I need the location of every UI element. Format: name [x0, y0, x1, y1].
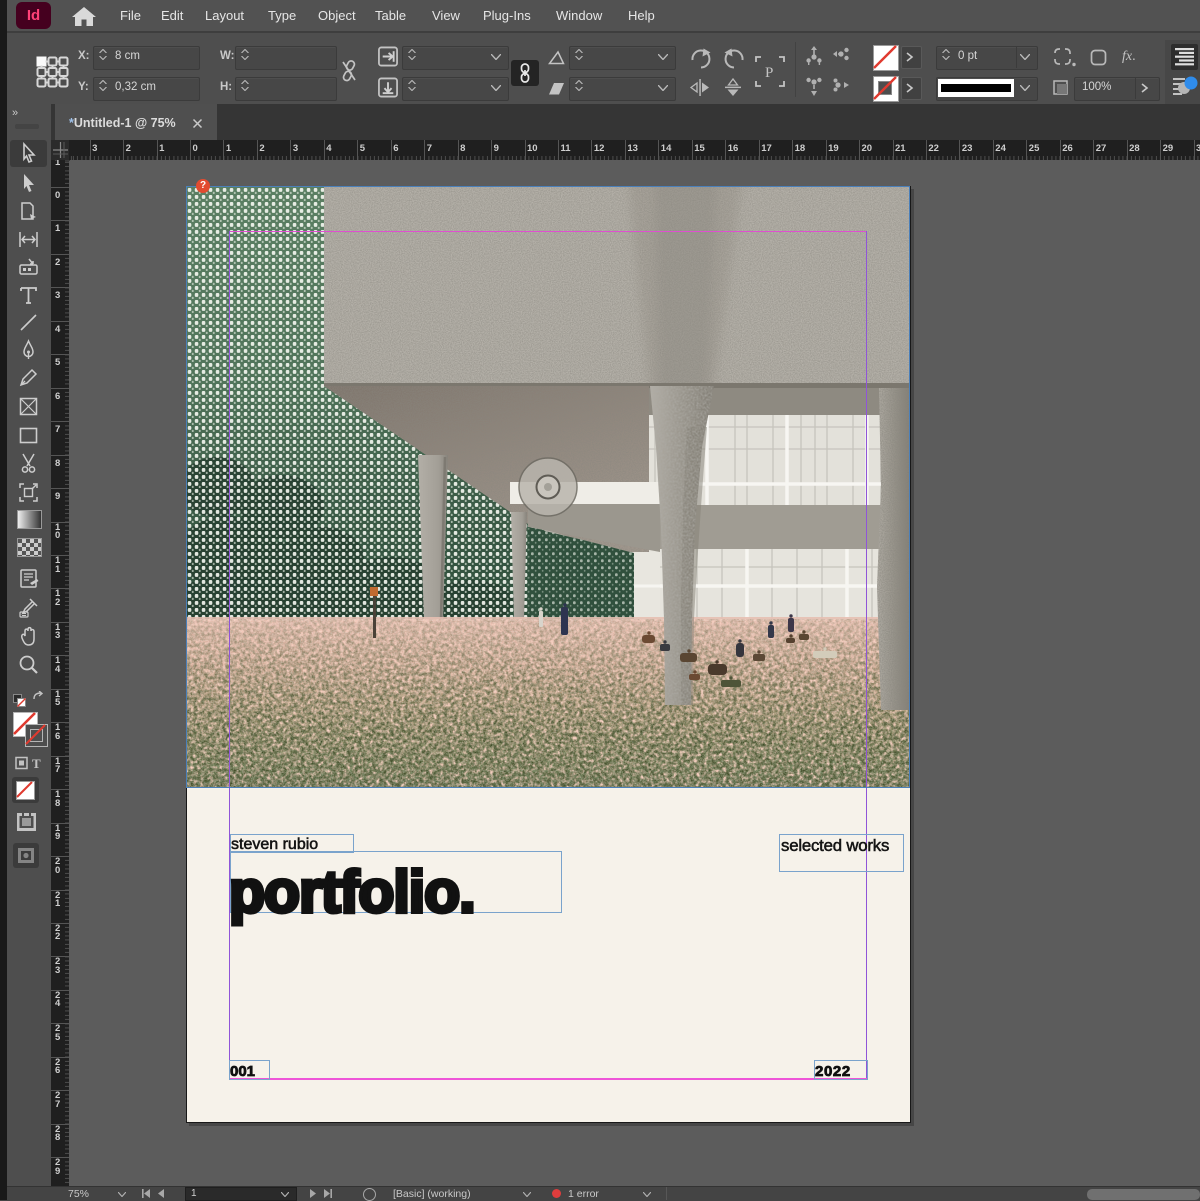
- svg-text:P: P: [765, 65, 773, 81]
- svg-text:T: T: [32, 756, 41, 770]
